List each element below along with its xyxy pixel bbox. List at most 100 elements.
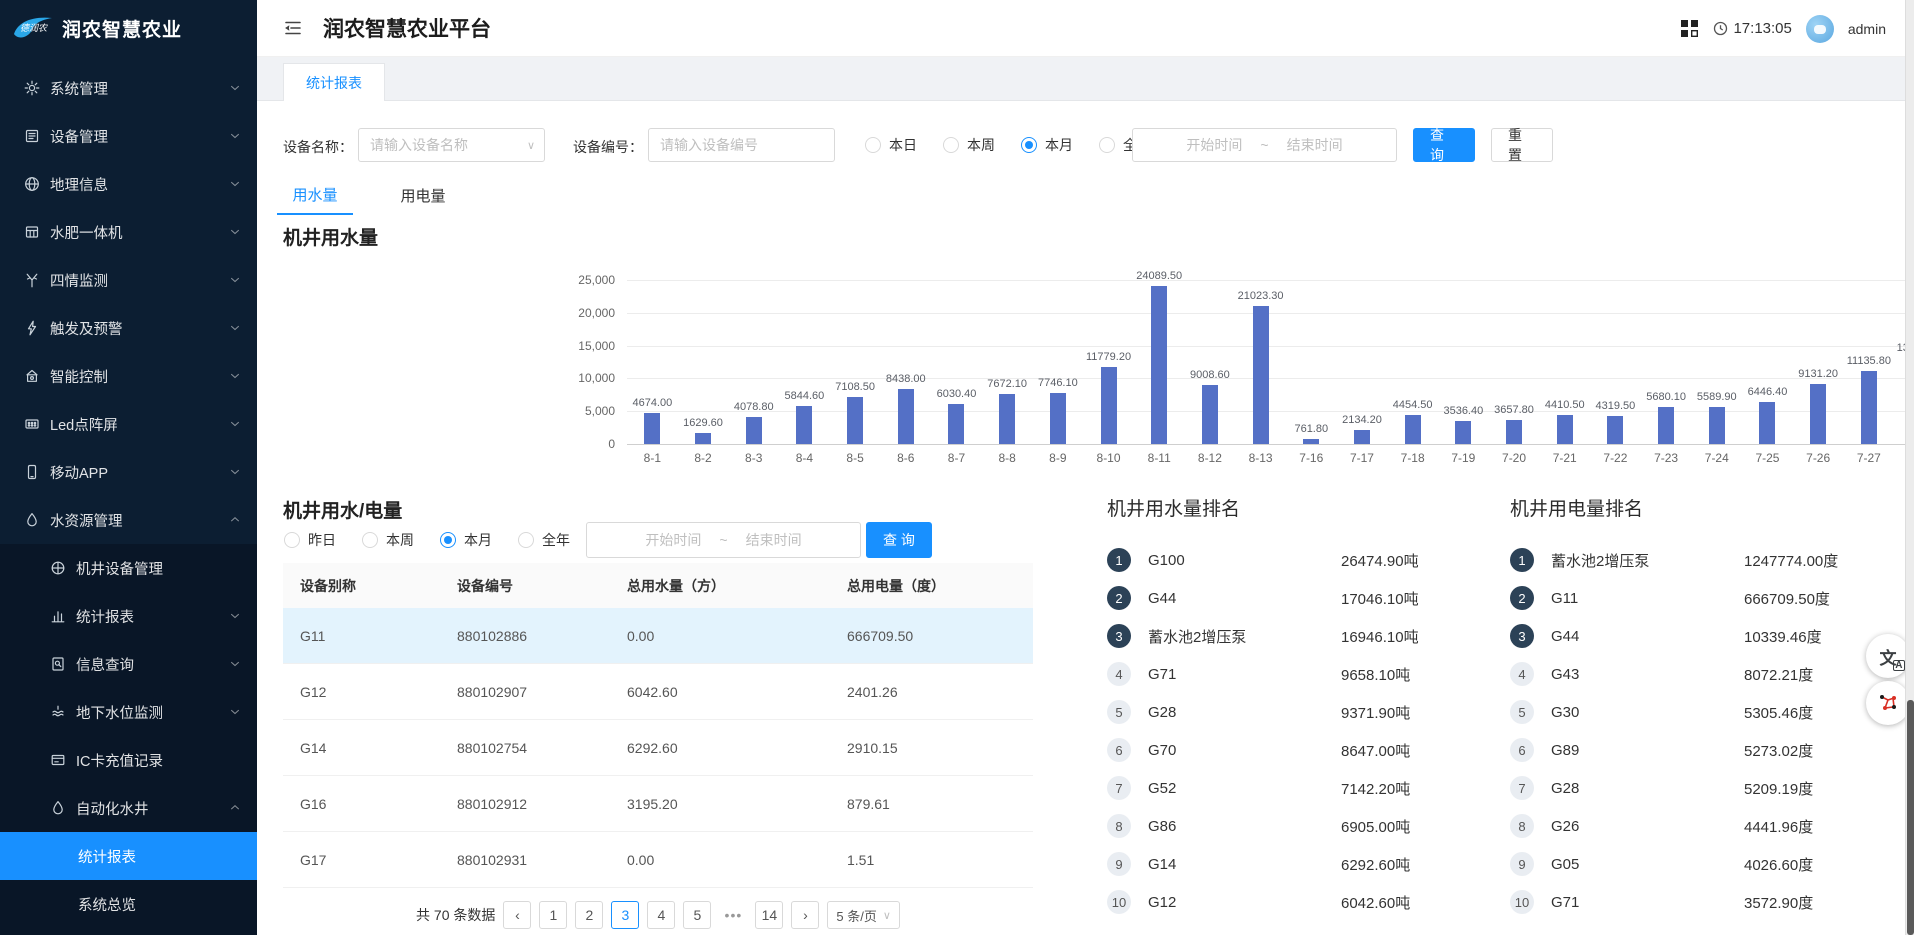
- table-row-G14[interactable]: G148801027546292.602910.15: [283, 720, 1033, 776]
- filter-radio-本周[interactable]: 本周: [943, 135, 995, 155]
- end-date-placeholder[interactable]: 结束时间: [1287, 135, 1343, 155]
- page-button-3[interactable]: 3: [611, 901, 639, 929]
- page-button-1[interactable]: 1: [539, 901, 567, 929]
- bar-8-8[interactable]: [999, 394, 1015, 444]
- bar-7-26[interactable]: [1810, 384, 1826, 444]
- sidebar-item-menu-3[interactable]: 水肥一体机: [0, 208, 257, 256]
- rank-badge: 6: [1107, 738, 1131, 762]
- usage-radio-本周[interactable]: 本周: [362, 530, 414, 550]
- scrollbar-thumb[interactable]: [1907, 700, 1914, 935]
- sidebar-item-menu-0[interactable]: 系统管理: [0, 64, 257, 112]
- bar-8-13[interactable]: [1253, 306, 1269, 444]
- bar-7-22[interactable]: [1607, 416, 1623, 444]
- bar-value-label: 7108.50: [835, 381, 875, 393]
- bar-7-23[interactable]: [1658, 407, 1674, 444]
- usage-start-date-placeholder[interactable]: 开始时间: [645, 530, 701, 550]
- bar-8-4[interactable]: [796, 406, 812, 444]
- reset-button[interactable]: 重 置: [1491, 128, 1553, 162]
- usage-radio-昨日[interactable]: 昨日: [284, 530, 336, 550]
- bar-7-17[interactable]: [1354, 430, 1370, 444]
- bar-8-12[interactable]: [1202, 385, 1218, 444]
- bar-8-3[interactable]: [746, 417, 762, 444]
- rank-device-name: G05: [1551, 856, 1579, 873]
- collapse-sidebar-icon[interactable]: [283, 18, 303, 38]
- rank-device-name: 蓄水池2增压泵: [1148, 626, 1246, 647]
- usage-date-range-picker[interactable]: 开始时间 ~ 结束时间: [586, 522, 861, 558]
- device-no-input[interactable]: [649, 129, 834, 161]
- bar-7-27[interactable]: [1861, 371, 1877, 444]
- sidebar-item-subsub-0[interactable]: 统计报表: [0, 832, 257, 880]
- rank-value: 10339.46度: [1744, 626, 1822, 647]
- page-button-4[interactable]: 4: [647, 901, 675, 929]
- sidebar-item-sub-3[interactable]: 地下水位监测: [0, 688, 257, 736]
- avatar[interactable]: [1806, 15, 1834, 43]
- bar-value-label: 8438.00: [886, 373, 926, 385]
- device-name-input[interactable]: [359, 129, 527, 161]
- alert-icon: [24, 320, 40, 336]
- sidebar-item-menu-7[interactable]: Led点阵屏: [0, 400, 257, 448]
- bar-7-21[interactable]: [1557, 415, 1573, 444]
- date-range-picker[interactable]: 开始时间 ~ 结束时间: [1132, 128, 1397, 162]
- page-button-14[interactable]: 14: [755, 901, 783, 929]
- filter-radio-本日[interactable]: 本日: [865, 135, 917, 155]
- bar-7-18[interactable]: [1405, 415, 1421, 444]
- bar-8-11[interactable]: [1151, 286, 1167, 444]
- bar-7-25[interactable]: [1759, 402, 1775, 444]
- page-button-5[interactable]: 5: [683, 901, 711, 929]
- sidebar-item-menu-8[interactable]: 移动APP: [0, 448, 257, 496]
- sidebar-item-sub-2[interactable]: 信息查询: [0, 640, 257, 688]
- rank-item-9: 9G146292.60吨: [1107, 852, 1507, 876]
- apps-grid-icon[interactable]: [1680, 19, 1699, 38]
- bar-8-2[interactable]: [695, 433, 711, 444]
- device-no-field[interactable]: [648, 128, 835, 162]
- chevron-down-icon: ∨: [883, 909, 891, 922]
- usage-radio-全年[interactable]: 全年: [518, 530, 570, 550]
- bar-7-20[interactable]: [1506, 420, 1522, 444]
- table-row-G17[interactable]: G178801029310.001.51: [283, 832, 1033, 888]
- usage-end-date-placeholder[interactable]: 结束时间: [746, 530, 802, 550]
- bar-8-5[interactable]: [847, 397, 863, 444]
- sidebar-item-menu-4[interactable]: 四情监测: [0, 256, 257, 304]
- rank-badge: 7: [1510, 776, 1534, 800]
- page-size-select[interactable]: 5 条/页∨: [827, 901, 900, 929]
- bar-8-9[interactable]: [1050, 393, 1066, 444]
- bar-7-24[interactable]: [1709, 407, 1725, 444]
- page-button-2[interactable]: 2: [575, 901, 603, 929]
- table-row-G12[interactable]: G128801029076042.602401.26: [283, 664, 1033, 720]
- extension-button[interactable]: [1866, 681, 1910, 725]
- sidebar-item-menu-6[interactable]: 智能控制: [0, 352, 257, 400]
- tab-statistics-report[interactable]: 统计报表: [283, 63, 385, 102]
- search-button[interactable]: 查 询: [1413, 128, 1475, 162]
- next-page-button[interactable]: ›: [791, 901, 819, 929]
- sidebar-item-sub-4[interactable]: IC卡充值记录: [0, 736, 257, 784]
- sidebar-item-menu-2[interactable]: 地理信息: [0, 160, 257, 208]
- prev-page-button[interactable]: ‹: [503, 901, 531, 929]
- sidebar-item-subsub-1[interactable]: 系统总览: [0, 880, 257, 928]
- tab-water-usage[interactable]: 用水量: [277, 175, 353, 215]
- tab-power-usage[interactable]: 用电量: [385, 175, 461, 215]
- sidebar-item-label: 四情监测: [50, 270, 108, 291]
- sidebar-item-sub-5[interactable]: 自动化水井: [0, 784, 257, 832]
- bar-8-7[interactable]: [948, 404, 964, 444]
- table-cell: G14: [283, 740, 440, 756]
- usage-search-button[interactable]: 查 询: [866, 522, 932, 558]
- sidebar-item-sub-1[interactable]: 统计报表: [0, 592, 257, 640]
- sidebar-item-menu-1[interactable]: 设备管理: [0, 112, 257, 160]
- bar-8-1[interactable]: [644, 413, 660, 444]
- bar-7-19[interactable]: [1455, 421, 1471, 444]
- bar-8-10[interactable]: [1101, 367, 1117, 444]
- usage-radio-本月[interactable]: 本月: [440, 530, 492, 550]
- bar-8-6[interactable]: [898, 389, 914, 444]
- pagination-ellipsis[interactable]: •••: [719, 907, 747, 923]
- sidebar-item-menu-5[interactable]: 触发及预警: [0, 304, 257, 352]
- table-row-G11[interactable]: G118801028860.00666709.50: [283, 608, 1033, 664]
- device-name-select[interactable]: ∨: [358, 128, 545, 162]
- bar-7-16[interactable]: [1303, 439, 1319, 444]
- translate-button[interactable]: 文A: [1866, 634, 1910, 678]
- sidebar-item-menu-9[interactable]: 水资源管理: [0, 496, 257, 544]
- start-date-placeholder[interactable]: 开始时间: [1186, 135, 1242, 155]
- sidebar-item-sub-0[interactable]: 机井设备管理: [0, 544, 257, 592]
- rank-badge: 4: [1107, 662, 1131, 686]
- filter-radio-本月[interactable]: 本月: [1021, 135, 1073, 155]
- table-row-G16[interactable]: G168801029123195.20879.61: [283, 776, 1033, 832]
